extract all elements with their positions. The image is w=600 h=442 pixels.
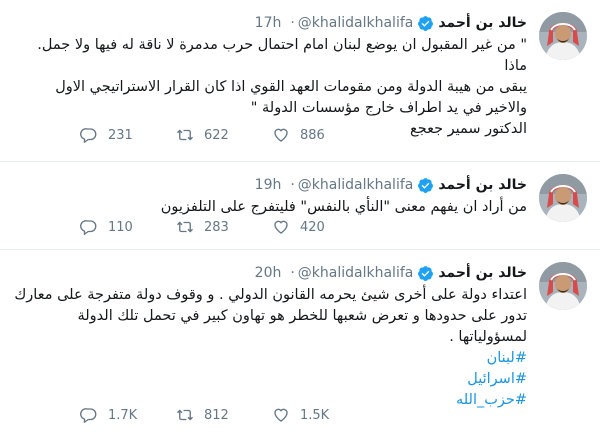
hashtag-link[interactable]: #اسرائيل <box>14 369 527 390</box>
separator-dot: · <box>290 15 295 31</box>
verified-badge-icon <box>417 177 434 194</box>
reply-icon <box>80 408 97 424</box>
tweet-header: 20h · @khalidalkhalifa خالد بن أحمد <box>14 262 527 284</box>
tweet-header: 17h · @khalidalkhalifa خالد بن أحمد <box>14 12 527 34</box>
reply-button[interactable]: 110 <box>80 218 176 236</box>
tweet-time[interactable]: 19h <box>255 177 282 193</box>
author-handle[interactable]: @khalidalkhalifa <box>298 265 414 281</box>
retweet-icon <box>177 409 193 421</box>
avatar[interactable] <box>539 174 587 222</box>
reply-count: 231 <box>108 127 133 143</box>
retweet-icon <box>177 129 193 141</box>
avatar-portrait-icon <box>539 262 587 310</box>
heart-icon <box>274 128 288 142</box>
tweet-actions: 110 283 420 <box>80 218 368 236</box>
tweet-time[interactable]: 17h <box>255 15 282 31</box>
like-count: 420 <box>300 219 325 235</box>
tweet[interactable]: 20h · @khalidalkhalifa خالد بن أحمد اعتد… <box>0 250 600 442</box>
author-name[interactable]: خالد بن أحمد <box>438 177 527 193</box>
separator-dot: · <box>290 177 295 193</box>
tweet[interactable]: 19h · @khalidalkhalifa خالد بن أحمد من أ… <box>0 162 600 250</box>
author-name[interactable]: خالد بن أحمد <box>438 15 527 31</box>
like-button[interactable]: 886 <box>272 126 368 144</box>
verified-badge-icon <box>417 15 434 32</box>
tweet-text-line: يبقى من هيبة الدولة ومن مقومات العهد الق… <box>55 79 527 95</box>
like-count: 1.5K <box>300 407 330 423</box>
like-count: 886 <box>300 127 325 143</box>
tweet-text-line: من أراد ان يفهم معنى "النأي بالنفس" فليت… <box>160 199 527 215</box>
author-handle[interactable]: @khalidalkhalifa <box>298 177 414 193</box>
heart-icon <box>274 408 288 422</box>
tweet-text-line: تدور على حدودها و تعرض شعبها للخطر هو ته… <box>77 308 527 324</box>
retweet-count: 622 <box>204 127 229 143</box>
avatar-portrait-icon <box>539 12 587 60</box>
tweet-actions: 231 622 886 <box>80 126 368 144</box>
retweet-count: 812 <box>204 407 229 423</box>
tweet-text: " من غير المقبول ان يوضع لبنان امام احتم… <box>14 35 527 140</box>
avatar[interactable] <box>539 262 587 310</box>
retweet-button[interactable]: 812 <box>176 406 272 424</box>
tweet-text-line: اعتداء دولة على أخرى شيئ يحرمه القانون ا… <box>14 287 527 303</box>
like-button[interactable]: 420 <box>272 218 368 236</box>
retweet-button[interactable]: 622 <box>176 126 272 144</box>
hashtag-link[interactable]: #لبنان <box>14 348 527 369</box>
reply-icon <box>80 128 97 144</box>
retweet-icon <box>177 221 193 233</box>
avatar[interactable] <box>539 12 587 60</box>
separator-dot: · <box>290 265 295 281</box>
heart-icon <box>274 220 288 234</box>
author-handle[interactable]: @khalidalkhalifa <box>298 15 414 31</box>
tweet-text: من أراد ان يفهم معنى "النأي بالنفس" فليت… <box>14 197 527 218</box>
tweet-text-line: والاخير في يد اطراف خارج مؤسسات الدولة " <box>250 100 527 116</box>
tweet-time[interactable]: 20h <box>255 265 282 281</box>
retweet-button[interactable]: 283 <box>176 218 272 236</box>
tweet-text-line: لمسؤولياتها . <box>449 329 527 345</box>
tweet-header: 19h · @khalidalkhalifa خالد بن أحمد <box>14 174 527 196</box>
retweet-count: 283 <box>204 219 229 235</box>
tweet[interactable]: 17h · @khalidalkhalifa خالد بن أحمد " من… <box>0 0 600 162</box>
author-name[interactable]: خالد بن أحمد <box>438 265 527 281</box>
like-button[interactable]: 1.5K <box>272 406 368 424</box>
reply-count: 1.7K <box>108 407 138 423</box>
tweet-text: اعتداء دولة على أخرى شيئ يحرمه القانون ا… <box>14 285 527 411</box>
reply-button[interactable]: 1.7K <box>80 406 176 424</box>
reply-count: 110 <box>108 219 133 235</box>
tweet-text-line: " من غير المقبول ان يوضع لبنان امام احتم… <box>37 37 527 74</box>
reply-button[interactable]: 231 <box>80 126 176 144</box>
verified-badge-icon <box>417 265 434 282</box>
tweet-actions: 1.7K 812 1.5K <box>80 406 368 424</box>
reply-icon <box>80 220 97 236</box>
avatar-portrait-icon <box>539 174 587 222</box>
